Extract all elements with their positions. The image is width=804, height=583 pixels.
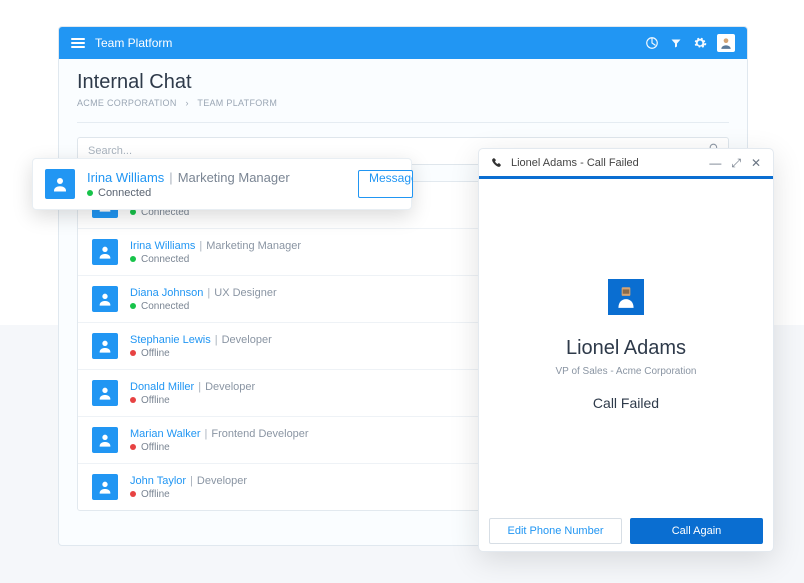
contact-name[interactable]: Diana Johnson: [130, 287, 203, 299]
avatar: [92, 474, 118, 500]
contact-name[interactable]: Marian Walker: [130, 428, 201, 440]
contact-name[interactable]: Irina Williams: [87, 170, 164, 185]
avatar: [92, 333, 118, 359]
status-line: Connected: [87, 187, 344, 199]
contact-role: Developer: [222, 334, 272, 346]
avatar: [92, 286, 118, 312]
call-contact-name: Lionel Adams: [566, 337, 686, 360]
status-dot-icon: [130, 397, 136, 403]
user-avatar[interactable]: [717, 34, 735, 52]
hamburger-icon[interactable]: [71, 38, 85, 48]
filter-icon[interactable]: [669, 36, 683, 50]
breadcrumb-item[interactable]: ACME CORPORATION: [77, 98, 177, 108]
contact-popover: Irina Williams|Marketing Manager Connect…: [32, 158, 412, 210]
contact-name[interactable]: Stephanie Lewis: [130, 334, 211, 346]
call-header: Lionel Adams - Call Failed — ⤢ ✕: [479, 149, 773, 179]
avatar: [92, 427, 118, 453]
contact-role: Marketing Manager: [206, 240, 301, 252]
expand-icon[interactable]: ⤢: [731, 157, 741, 169]
popover-name-line: Irina Williams|Marketing Manager: [87, 170, 344, 185]
call-panel: Lionel Adams - Call Failed — ⤢ ✕ Lionel …: [478, 148, 774, 552]
status-dot-icon: [130, 444, 136, 450]
message-button[interactable]: Message: [358, 170, 413, 198]
divider: [77, 122, 729, 123]
gear-icon[interactable]: [693, 36, 707, 50]
status-dot-icon: [130, 256, 136, 262]
minimize-icon[interactable]: —: [709, 157, 721, 169]
chart-icon[interactable]: [645, 36, 659, 50]
edit-phone-button[interactable]: Edit Phone Number: [489, 518, 622, 544]
phone-icon: [491, 157, 503, 169]
status-dot-icon: [130, 350, 136, 356]
contact-role: Frontend Developer: [211, 428, 308, 440]
chevron-right-icon: ›: [185, 98, 188, 108]
topbar-actions: [645, 34, 735, 52]
topbar: Team Platform: [59, 27, 747, 59]
contact-role: UX Designer: [214, 287, 276, 299]
call-contact-sub: VP of Sales - Acme Corporation: [556, 366, 697, 377]
status-dot-icon: [130, 491, 136, 497]
contact-role: Developer: [197, 475, 247, 487]
call-again-button[interactable]: Call Again: [630, 518, 763, 544]
app-title: Team Platform: [95, 36, 172, 50]
call-footer: Edit Phone Number Call Again: [479, 511, 773, 551]
call-body: Lionel Adams VP of Sales - Acme Corporat…: [479, 179, 773, 511]
contact-name[interactable]: Donald Miller: [130, 381, 194, 393]
contact-role: Marketing Manager: [178, 170, 290, 185]
avatar: [92, 380, 118, 406]
page-header: Internal Chat ACME CORPORATION › TEAM PL…: [59, 59, 747, 114]
close-icon[interactable]: ✕: [751, 157, 761, 169]
avatar: [92, 239, 118, 265]
contact-name[interactable]: John Taylor: [130, 475, 186, 487]
breadcrumb: ACME CORPORATION › TEAM PLATFORM: [77, 98, 729, 108]
contact-name[interactable]: Irina Williams: [130, 240, 195, 252]
call-status: Call Failed: [593, 395, 659, 411]
page-title: Internal Chat: [77, 71, 729, 94]
contact-role: Developer: [205, 381, 255, 393]
call-header-title: Lionel Adams - Call Failed: [511, 157, 639, 169]
call-avatar: [608, 279, 644, 315]
breadcrumb-item[interactable]: TEAM PLATFORM: [197, 98, 277, 108]
status-dot-icon: [87, 190, 93, 196]
avatar: [45, 169, 75, 199]
status-dot-icon: [130, 303, 136, 309]
